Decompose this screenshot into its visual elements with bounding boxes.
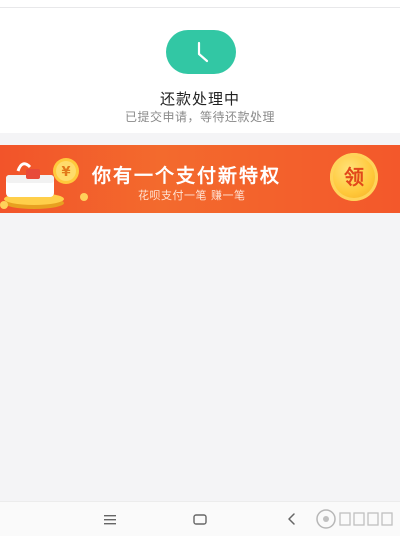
banner-subtitle: 花呗支付一笔 赚一笔 <box>138 189 246 202</box>
banner-title: 你有一个支付新特权 <box>92 165 282 187</box>
home-button[interactable] <box>180 502 220 536</box>
top-strip <box>0 0 400 8</box>
empty-content-area <box>0 213 400 501</box>
menu-button[interactable] <box>90 502 130 536</box>
svg-text:¥: ¥ <box>61 165 70 180</box>
menu-icon <box>104 515 116 525</box>
status-subtitle: 已提交申请，等待还款处理 <box>124 110 275 124</box>
back-icon <box>288 513 295 525</box>
claim-button[interactable]: 领 <box>330 153 378 201</box>
status-title: 还款处理中 <box>159 90 240 108</box>
watermark-logo <box>314 506 398 532</box>
status-card: 还款处理中 已提交申请，等待还款处理 <box>0 8 400 133</box>
clock-icon <box>166 30 236 74</box>
home-icon <box>193 514 207 525</box>
repayment-status-page: 还款处理中 已提交申请，等待还款处理 ¥ 你有一个支付新特权 花呗支付一笔 赚一… <box>0 0 400 536</box>
back-button[interactable] <box>272 502 312 536</box>
gift-coins-icon: ¥ <box>0 145 92 213</box>
